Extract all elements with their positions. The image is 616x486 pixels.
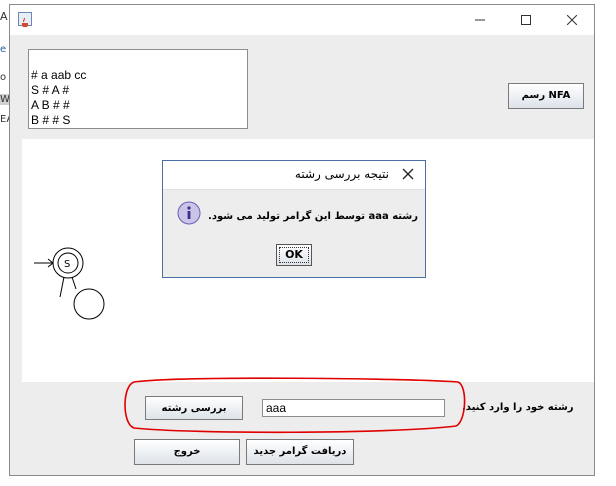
- close-button[interactable]: [558, 9, 586, 31]
- dialog-message: رشته aaa توسط این گرامر تولید می شود.: [208, 211, 418, 222]
- input-prompt-label: رشته خود را وارد کنید.: [462, 402, 574, 413]
- maximize-icon: [521, 15, 531, 25]
- minimize-button[interactable]: [466, 9, 494, 31]
- grammar-line: S # A #: [31, 83, 70, 97]
- exit-button[interactable]: خروج: [134, 439, 240, 465]
- info-icon: [177, 201, 201, 225]
- maximize-button[interactable]: [512, 9, 540, 31]
- grammar-line: B # # S: [31, 113, 71, 127]
- ok-button[interactable]: OK: [276, 244, 312, 266]
- string-input[interactable]: aaa: [262, 399, 445, 417]
- java-cup-icon: [18, 12, 32, 27]
- background-text-fragment: e: [0, 44, 7, 55]
- draw-nfa-button[interactable]: رسم NFA: [508, 83, 584, 109]
- state-s-label: S: [64, 259, 70, 270]
- new-grammar-button[interactable]: دریافت گرامر جدید: [246, 439, 354, 465]
- transition-edge: [59, 276, 65, 298]
- dialog-title-bar: نتیجه بررسی رشته: [163, 161, 425, 190]
- transition-edge: [71, 276, 77, 290]
- grammar-line: # a aab cc: [31, 68, 87, 82]
- minimize-icon: [475, 19, 485, 21]
- dialog-title: نتیجه بررسی رشته: [294, 167, 389, 181]
- grammar-text-area[interactable]: # a aab cc S # A # A B # # B # # S: [28, 49, 248, 129]
- grammar-line: A B # #: [31, 98, 70, 112]
- result-dialog: نتیجه بررسی رشته رشته aaa توسط این گرامر…: [162, 160, 426, 278]
- title-bar: [10, 5, 594, 35]
- state-node: [73, 288, 105, 320]
- background-text-fragment: o: [0, 72, 7, 83]
- dialog-close-button[interactable]: [399, 165, 417, 183]
- check-string-button[interactable]: بررسی رشته: [145, 396, 243, 420]
- close-icon: [402, 168, 414, 180]
- close-icon: [567, 15, 577, 25]
- background-text-fragment: A: [0, 10, 8, 23]
